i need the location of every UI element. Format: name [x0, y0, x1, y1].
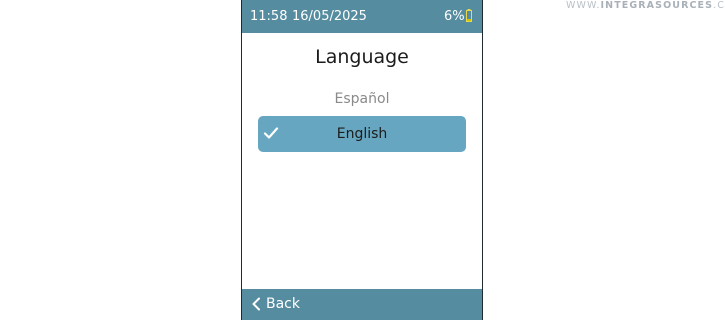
back-button[interactable]: Back: [248, 289, 318, 320]
battery-percent: 6%: [444, 9, 465, 24]
chevron-left-icon: [252, 297, 260, 311]
watermark-suffix: .COM: [713, 0, 725, 11]
status-date: 16/05/2025: [292, 9, 367, 24]
bottom-bar: Back: [242, 289, 482, 320]
back-label: Back: [266, 296, 300, 312]
page-title: Language: [315, 46, 409, 68]
status-time: 11:58: [250, 9, 288, 24]
language-option-label: English: [336, 126, 388, 142]
watermark-brand: INTEGRASOURCES: [600, 0, 714, 11]
battery-low-icon: [466, 9, 472, 22]
watermark: WWW.INTEGRASOURCES.COM: [566, 0, 725, 11]
language-option-english[interactable]: English: [258, 116, 466, 152]
device-screen: 11:58 16/05/2025 6% Language Español Eng…: [241, 0, 483, 320]
watermark-prefix: WWW.: [566, 0, 601, 11]
status-bar: 11:58 16/05/2025 6%: [242, 0, 482, 33]
language-option-espanol[interactable]: Español: [258, 88, 466, 110]
